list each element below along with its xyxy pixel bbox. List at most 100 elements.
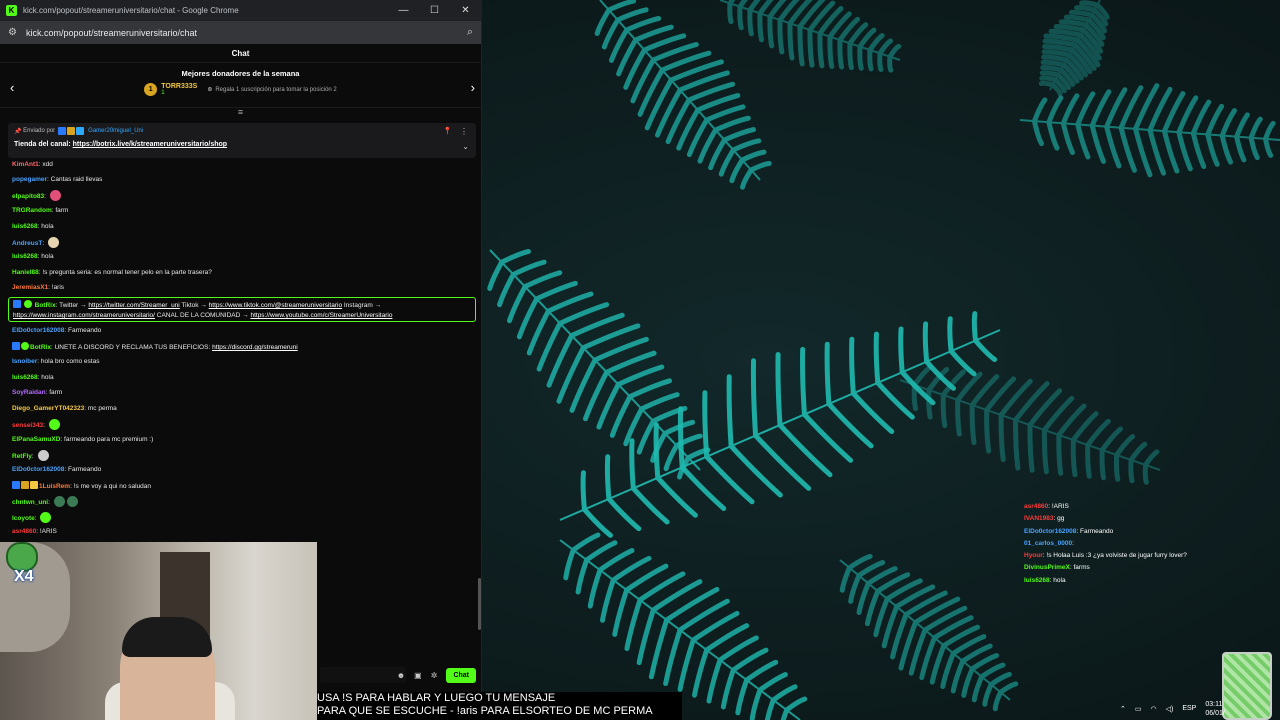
- badge-icon: [30, 481, 38, 489]
- caption-line-1: USA !S PARA HABLAR Y LUEGO TU MENSAJE: [317, 692, 556, 704]
- overlay-text: : Farmeando: [1076, 527, 1114, 535]
- chat-username[interactable]: SoyRaidan: [12, 389, 46, 396]
- overlay-text: : farms: [1069, 564, 1090, 572]
- chat-username[interactable]: luis6268: [12, 374, 38, 381]
- overlay-text: : hola: [1049, 576, 1066, 584]
- emote-icon: [37, 450, 49, 461]
- emote-icon: [40, 512, 52, 523]
- chat-text: hola: [41, 223, 54, 230]
- chat-text: Farmeando: [68, 466, 102, 473]
- chat-text: !aris: [51, 284, 65, 291]
- youtube-link[interactable]: https://www.youtube.com/c/StreamerUniver…: [250, 312, 392, 319]
- language-indicator[interactable]: ESP: [1182, 705, 1196, 712]
- webcam-feed: X4: [0, 542, 317, 720]
- chat-username[interactable]: JeremiasX1: [12, 284, 48, 291]
- chat-username[interactable]: Icoyote: [12, 515, 35, 522]
- chat-message: elpapito83:: [12, 190, 61, 201]
- instagram-link[interactable]: https://www.instagram.com/streameruniver…: [13, 312, 155, 319]
- chat-username[interactable]: BotRix: [30, 344, 51, 351]
- pin-icon[interactable]: 📍: [443, 127, 452, 135]
- chat-username[interactable]: ElPanaSamuXD: [12, 436, 60, 443]
- overlay-chat-line: DivinusPrimeX: farms: [1024, 562, 1280, 574]
- chat-username[interactable]: KimAnt1: [12, 161, 39, 168]
- network-icon[interactable]: ▭: [1135, 705, 1142, 713]
- prev-arrow-icon[interactable]: ‹: [10, 80, 14, 95]
- title-bar: K kick.com/popout/streameruniversitario/…: [0, 0, 481, 21]
- overlay-text: : !ARIS: [1048, 503, 1069, 510]
- chat-username[interactable]: Haniel88: [12, 269, 39, 276]
- chat-username[interactable]: ElDo0ctor162008: [12, 327, 64, 334]
- chat-message: chntwn_uni:: [12, 496, 78, 507]
- gift-sub-icon[interactable]: ▣: [414, 671, 422, 680]
- overlay-text: :: [1072, 539, 1074, 547]
- bot-badge-icon: [21, 342, 29, 350]
- chat-message: RetFly:: [12, 450, 49, 461]
- chat-username[interactable]: TRGRandom: [12, 207, 52, 214]
- chevron-down-icon[interactable]: ⌄: [462, 142, 469, 151]
- donor-name[interactable]: TORR333S: [161, 83, 197, 90]
- chat-message: luis6268: hola: [12, 253, 54, 260]
- overlay-chat-line: ElDo0ctor162008: Farmeando: [1024, 526, 1280, 538]
- chat-username[interactable]: Diego_GamerYT042323: [12, 405, 84, 412]
- chat-message: luis6268: hola: [12, 223, 54, 230]
- clock[interactable]: 03:11 06/01/: [1205, 700, 1224, 718]
- emote-icon: [53, 496, 65, 507]
- botrix-text: Twitter →: [59, 302, 87, 309]
- overlay-chat: asr4860: !ARIS IVAN1983: gg ElDo0ctor16200…: [1024, 501, 1280, 587]
- chat-username[interactable]: AndreusT: [12, 240, 42, 247]
- collapse-icon[interactable]: ≡: [0, 108, 481, 117]
- chevron-up-icon[interactable]: ⌃: [1120, 705, 1126, 713]
- donor-sub-count: 1: [161, 90, 165, 96]
- rank-medal-icon: 1: [144, 83, 158, 96]
- chat-username[interactable]: chntwn_uni: [12, 499, 48, 506]
- badge-icon: [76, 127, 85, 135]
- pinned-message[interactable]: 📌 Enviado por Gamer20miguel_Uni Tienda d…: [8, 123, 476, 158]
- streamer-hair: [122, 617, 212, 657]
- chat-input-bar: ☻ ▣ ✲ Chat: [317, 665, 482, 685]
- chat-username[interactable]: asr4860: [12, 528, 36, 535]
- chat-username[interactable]: RetFly: [12, 453, 32, 460]
- close-button[interactable]: ✕: [450, 5, 481, 16]
- chat-username[interactable]: 1LuisRem: [39, 483, 70, 490]
- more-options-icon[interactable]: ⋮: [460, 127, 468, 136]
- url-text[interactable]: kick.com/popout/streameruniversitario/ch…: [26, 28, 197, 38]
- chat-username[interactable]: ElDo0ctor162008: [12, 466, 64, 473]
- system-tray: ⌃ ▭ ◠ ◁) ESP 03:11 06/01/: [1120, 697, 1280, 720]
- chat-message: popegamer: Cantas raid llevas: [12, 176, 103, 183]
- address-bar[interactable]: ⚙ kick.com/popout/streameruniversitario/…: [0, 21, 481, 44]
- overlay-username: DivinusPrimeX: [1024, 564, 1070, 572]
- chat-username[interactable]: BotRix: [35, 302, 56, 309]
- emote-icon: [48, 419, 60, 430]
- emoji-icon[interactable]: ☻: [397, 671, 405, 680]
- chat-username[interactable]: elpapito83: [12, 193, 44, 200]
- overlay-username: IVAN1983: [1024, 515, 1054, 523]
- chat-username[interactable]: Isnoiber: [12, 358, 37, 365]
- send-chat-button[interactable]: Chat: [446, 667, 476, 683]
- sent-by-label: Enviado por: [23, 128, 56, 134]
- scrollbar[interactable]: [478, 578, 481, 630]
- discord-link[interactable]: https://discord.gg/streameruni: [212, 344, 298, 351]
- donor-hint: Regala 1 suscripción para tomar la posic…: [215, 87, 337, 93]
- overlay-chat-line: 01_carlos_0000:: [1024, 538, 1280, 550]
- zoom-icon[interactable]: ⌕: [467, 26, 473, 39]
- wifi-icon[interactable]: ◠: [1151, 705, 1157, 713]
- donors-title: Mejores donadores de la semana: [181, 69, 300, 78]
- overlay-username: ElDo0ctor162008: [1024, 527, 1077, 535]
- pinned-link[interactable]: https://botrix.live/k/streameruniversita…: [73, 141, 227, 148]
- chat-username[interactable]: sensei343: [12, 422, 43, 429]
- chat-username[interactable]: popegamer: [12, 176, 47, 183]
- pinned-sender[interactable]: Gamer20miguel_Uni: [88, 128, 143, 134]
- chat-message: ElDo0ctor162008: Farmeando: [12, 327, 102, 334]
- site-info-icon[interactable]: ⚙: [8, 27, 17, 38]
- botrix-text: CANAL DE LA COMUNIDAD →: [156, 312, 249, 319]
- next-arrow-icon[interactable]: ›: [471, 80, 475, 95]
- chat-username[interactable]: luis6268: [12, 253, 38, 260]
- maximize-button[interactable]: ☐: [419, 5, 450, 16]
- minimize-button[interactable]: —: [388, 5, 419, 16]
- twitter-link[interactable]: https://twitter.com/Streamer_uni: [88, 302, 179, 309]
- volume-icon[interactable]: ◁): [1166, 705, 1174, 713]
- tiktok-link[interactable]: https://www.tiktok.com/@streameruniversi…: [209, 302, 342, 309]
- botrix-text: Instagram →: [343, 302, 382, 309]
- chat-username[interactable]: luis6268: [12, 223, 38, 230]
- settings-icon[interactable]: ✲: [431, 671, 438, 680]
